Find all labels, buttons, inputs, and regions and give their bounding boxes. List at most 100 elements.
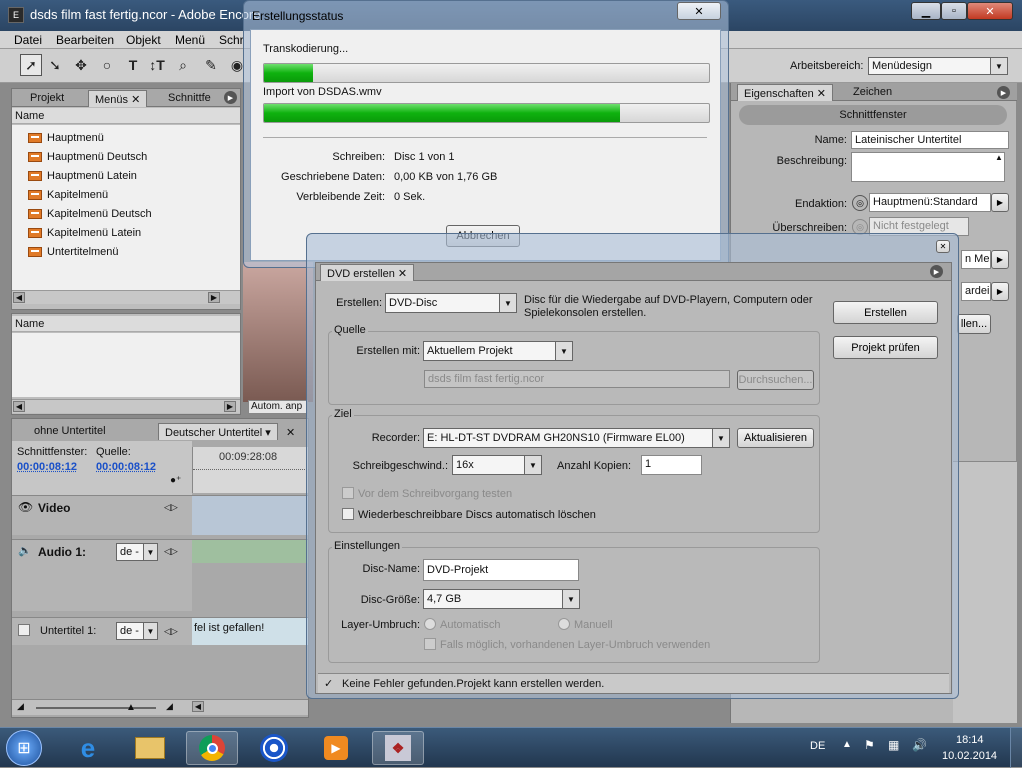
menu-schrift[interactable]: Schr	[219, 33, 244, 47]
layer-manual-radio[interactable]	[558, 618, 570, 630]
endaktion-menu-button[interactable]: ▶	[991, 193, 1009, 212]
list-item[interactable]: Hauptmenü Latein	[12, 166, 240, 185]
zoom-handle[interactable]: ▲	[126, 702, 136, 713]
discsize-select[interactable]: 4,7 GB ▼	[423, 589, 580, 609]
subtitle-clip[interactable]: fel ist gefallen!	[192, 617, 308, 645]
details-scrollbar[interactable]: ◀ ▶	[12, 399, 240, 413]
tab-zeichen[interactable]: Zeichen	[847, 84, 898, 101]
scroll-left-icon[interactable]: ◀	[192, 701, 204, 712]
partial-menu-button-1[interactable]: ▶	[991, 250, 1009, 269]
tab-deutscher-untertitel[interactable]: Deutscher Untertitel ▾	[158, 423, 278, 440]
recorder-select[interactable]: E: HL-DT-ST DVDRAM GH20NS10 (Firmware EL…	[423, 428, 730, 448]
keyframe-nav-icon[interactable]: ◁▷	[164, 626, 178, 637]
zoom-out-icon[interactable]: ◢	[17, 701, 24, 712]
scroll-right-icon[interactable]: ▶	[224, 401, 236, 412]
tab-menues[interactable]: Menüs ✕	[88, 90, 148, 107]
subtitle-visibility-checkbox[interactable]	[18, 624, 30, 636]
tab-ohne-untertitel[interactable]: ohne Untertitel	[28, 423, 112, 440]
details-column-header[interactable]: Name	[12, 316, 240, 332]
close-icon[interactable]: ✕	[131, 94, 140, 106]
quelle-timecode[interactable]: 00:00:08:12	[96, 461, 156, 473]
audio-track[interactable]	[192, 539, 308, 563]
pickwhip-icon[interactable]: ◎	[852, 195, 868, 211]
list-item[interactable]: Untertitelmenü	[12, 242, 240, 261]
video-app-icon[interactable]: ▶	[310, 731, 362, 765]
list-item[interactable]: Kapitelmenü	[12, 185, 240, 204]
close-button[interactable]: ✕	[967, 2, 1013, 20]
erstellen-mit-select[interactable]: Aktuellem Projekt ▼	[423, 341, 573, 361]
list-item[interactable]: Kapitelmenü Latein	[12, 223, 240, 242]
partial-button-3[interactable]: llen...	[957, 314, 991, 334]
menu-objekt[interactable]: Objekt	[126, 33, 161, 47]
show-hidden-icons-icon[interactable]: ▲	[842, 739, 852, 750]
move-tool-icon[interactable]: ✥	[70, 54, 92, 76]
panel-menu-icon[interactable]: ▶	[930, 265, 943, 278]
close-icon[interactable]: ✕	[286, 426, 295, 439]
rotate-tool-icon[interactable]: ○	[96, 54, 118, 76]
direct-select-tool-icon[interactable]: ➘	[44, 54, 66, 76]
scroll-left-icon[interactable]: ◀	[13, 401, 25, 412]
keyframe-nav-icon[interactable]: ◁▷	[164, 546, 178, 557]
description-scroll-icon[interactable]: ▲	[995, 153, 1003, 162]
scroll-right-icon[interactable]: ▶	[208, 292, 220, 303]
erstellen-select[interactable]: DVD-Disc ▼	[385, 293, 517, 313]
schnittfenster-timecode[interactable]: 00:00:08:12	[17, 461, 77, 473]
volume-icon[interactable]: 🔊	[912, 738, 927, 752]
add-marker-icon[interactable]: ●⁺	[170, 475, 181, 486]
maximize-button[interactable]: ▫	[941, 2, 967, 20]
zoom-tool-icon[interactable]: ⌕	[172, 54, 194, 76]
copies-field[interactable]: 1	[641, 455, 702, 475]
discname-field[interactable]: DVD-Projekt	[423, 559, 579, 581]
zoom-in-icon[interactable]: ◢	[166, 701, 173, 712]
description-field[interactable]	[851, 152, 1005, 182]
keyframe-nav-icon[interactable]: ◁▷	[164, 502, 178, 513]
audio-language-select[interactable]: de - ▼	[116, 543, 158, 561]
tab-projekt[interactable]: Projekt	[24, 90, 70, 107]
projekt-pruefen-button[interactable]: Projekt prüfen	[833, 336, 938, 359]
scroll-left-icon[interactable]: ◀	[13, 292, 25, 303]
horizontal-scrollbar[interactable]: ◀ ▶	[12, 290, 240, 304]
partial-field-2[interactable]: ardeir	[961, 282, 991, 301]
aktualisieren-button[interactable]: Aktualisieren	[737, 428, 814, 448]
tab-dvd-erstellen[interactable]: DVD erstellen ✕	[320, 264, 415, 281]
partial-menu-button-2[interactable]: ▶	[991, 282, 1009, 301]
clock-date[interactable]: 10.02.2014	[942, 750, 997, 762]
panel-menu-icon[interactable]: ▶	[997, 86, 1010, 99]
tab-eigenschaften[interactable]: Eigenschaften ✕	[737, 84, 833, 101]
list-item[interactable]: Hauptmenü Deutsch	[12, 147, 240, 166]
erase-checkbox[interactable]	[342, 508, 354, 520]
network-icon[interactable]: ▦	[888, 738, 899, 752]
edit-tool-icon[interactable]: ✎	[200, 54, 222, 76]
close-icon[interactable]: ✕	[817, 88, 826, 100]
menu-menue[interactable]: Menü	[175, 33, 205, 47]
dvd-dialog-close-button[interactable]: ✕	[936, 240, 950, 253]
speed-select[interactable]: 16x ▼	[452, 455, 542, 475]
menu-bearbeiten[interactable]: Bearbeiten	[56, 33, 114, 47]
endaktion-field[interactable]: Hauptmenü:Standard	[869, 193, 991, 212]
partial-field-1[interactable]: n Mer	[961, 250, 991, 269]
layer-checkbox[interactable]	[424, 638, 436, 650]
list-column-header[interactable]: Name	[12, 108, 240, 124]
tab-schnittfenster[interactable]: Schnittfe	[162, 90, 217, 107]
encore-taskbar-icon[interactable]: ❖	[372, 731, 424, 765]
test-checkbox[interactable]	[342, 487, 354, 499]
menu-datei[interactable]: Datei	[14, 33, 42, 47]
video-track[interactable]	[192, 495, 308, 535]
language-indicator[interactable]: DE	[810, 740, 825, 752]
list-item[interactable]: Hauptmenü	[12, 128, 240, 147]
workspace-select[interactable]: Menüdesign ▼	[868, 57, 1008, 75]
flag-icon[interactable]: ⚑	[864, 738, 875, 752]
eye-icon[interactable]: 👁	[18, 500, 33, 514]
auto-fit-label[interactable]: Autom. anp	[248, 400, 308, 414]
subtitle-language-select[interactable]: de - ▼	[116, 622, 158, 640]
text-tool-icon[interactable]: T	[122, 54, 144, 76]
file-explorer-icon[interactable]	[124, 731, 176, 765]
internet-explorer-icon[interactable]: e	[62, 731, 114, 765]
chrome-icon[interactable]	[186, 731, 238, 765]
zoom-slider[interactable]: ◢ ▲ ◢ ◀	[12, 699, 308, 715]
clock-time[interactable]: 18:14	[956, 734, 984, 746]
panel-menu-icon[interactable]: ▶	[224, 91, 237, 104]
vertical-text-tool-icon[interactable]: ↕T	[146, 54, 168, 76]
show-desktop-button[interactable]	[1010, 728, 1022, 768]
list-item[interactable]: Kapitelmenü Deutsch	[12, 204, 240, 223]
